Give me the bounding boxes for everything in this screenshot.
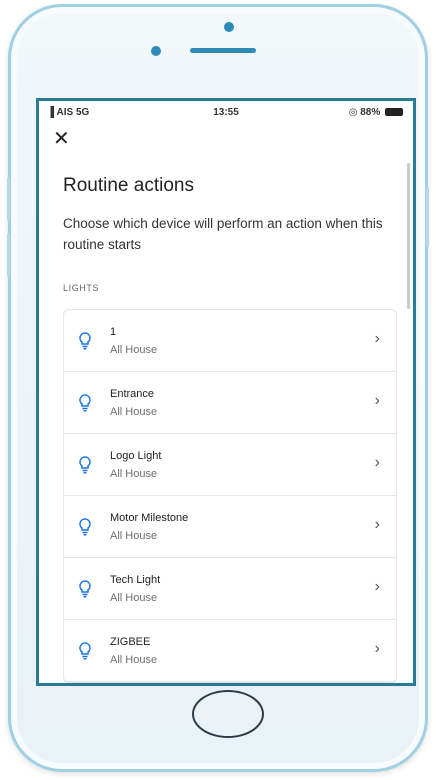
device-room: All House bbox=[110, 592, 158, 604]
lightbulb-icon bbox=[79, 332, 91, 350]
page-title: Routine actions bbox=[63, 175, 194, 196]
chevron-right-icon: › bbox=[374, 516, 380, 533]
front-camera bbox=[224, 22, 234, 32]
chevron-right-icon: › bbox=[374, 330, 380, 347]
device-name: Logo Light bbox=[110, 450, 162, 462]
lightbulb-icon bbox=[79, 518, 91, 536]
side-button bbox=[426, 187, 429, 247]
device-name: ZIGBEE bbox=[110, 636, 151, 648]
list-item[interactable]: Tech Light All House › bbox=[64, 558, 396, 620]
location-icon: ◎ bbox=[348, 107, 358, 118]
device-name: Entrance bbox=[110, 388, 155, 400]
side-button bbox=[7, 177, 10, 221]
page-description: Choose which device will perform an acti… bbox=[63, 216, 383, 252]
device-room: All House bbox=[110, 406, 158, 418]
section-label-lights: LIGHTS bbox=[63, 283, 100, 293]
list-item[interactable]: Entrance All House › bbox=[64, 372, 396, 434]
device-name: Motor Milestone bbox=[110, 512, 189, 524]
chevron-right-icon: › bbox=[374, 454, 380, 471]
close-button[interactable]: ✕ bbox=[53, 129, 70, 149]
device-name: 1 bbox=[110, 326, 117, 338]
side-button bbox=[7, 233, 10, 277]
battery-percent: 88% bbox=[360, 107, 381, 118]
list-item[interactable]: 1 All House › bbox=[64, 310, 396, 372]
status-bar: ▐ AIS 5G 13:55 ◎ 88% bbox=[39, 101, 413, 123]
battery-status: ◎ 88% bbox=[349, 107, 403, 118]
chevron-right-icon: › bbox=[374, 392, 380, 409]
scrollbar[interactable] bbox=[407, 163, 410, 309]
list-item[interactable]: ZIGBEE All House › bbox=[64, 620, 396, 682]
lightbulb-icon bbox=[79, 642, 91, 660]
earpiece-speaker bbox=[190, 48, 256, 53]
device-room: All House bbox=[110, 344, 158, 356]
device-room: All House bbox=[110, 654, 158, 666]
chevron-right-icon: › bbox=[374, 578, 380, 595]
battery-icon bbox=[385, 108, 403, 116]
lightbulb-icon bbox=[79, 580, 91, 598]
list-item[interactable]: Motor Milestone All House › bbox=[64, 496, 396, 558]
proximity-sensor bbox=[151, 46, 161, 56]
chevron-right-icon: › bbox=[374, 640, 380, 657]
device-name: Tech Light bbox=[110, 574, 161, 586]
list-item[interactable]: Logo Light All House › bbox=[64, 434, 396, 496]
lightbulb-icon bbox=[79, 394, 91, 412]
phone-screen: ▐ AIS 5G 13:55 ◎ 88% ✕ Routine actions C… bbox=[36, 98, 416, 686]
lightbulb-icon bbox=[79, 456, 91, 474]
lights-list: 1 All House › Entrance All House › Logo … bbox=[63, 309, 397, 683]
device-room: All House bbox=[110, 468, 158, 480]
device-room: All House bbox=[110, 530, 158, 542]
home-button[interactable] bbox=[192, 690, 264, 738]
